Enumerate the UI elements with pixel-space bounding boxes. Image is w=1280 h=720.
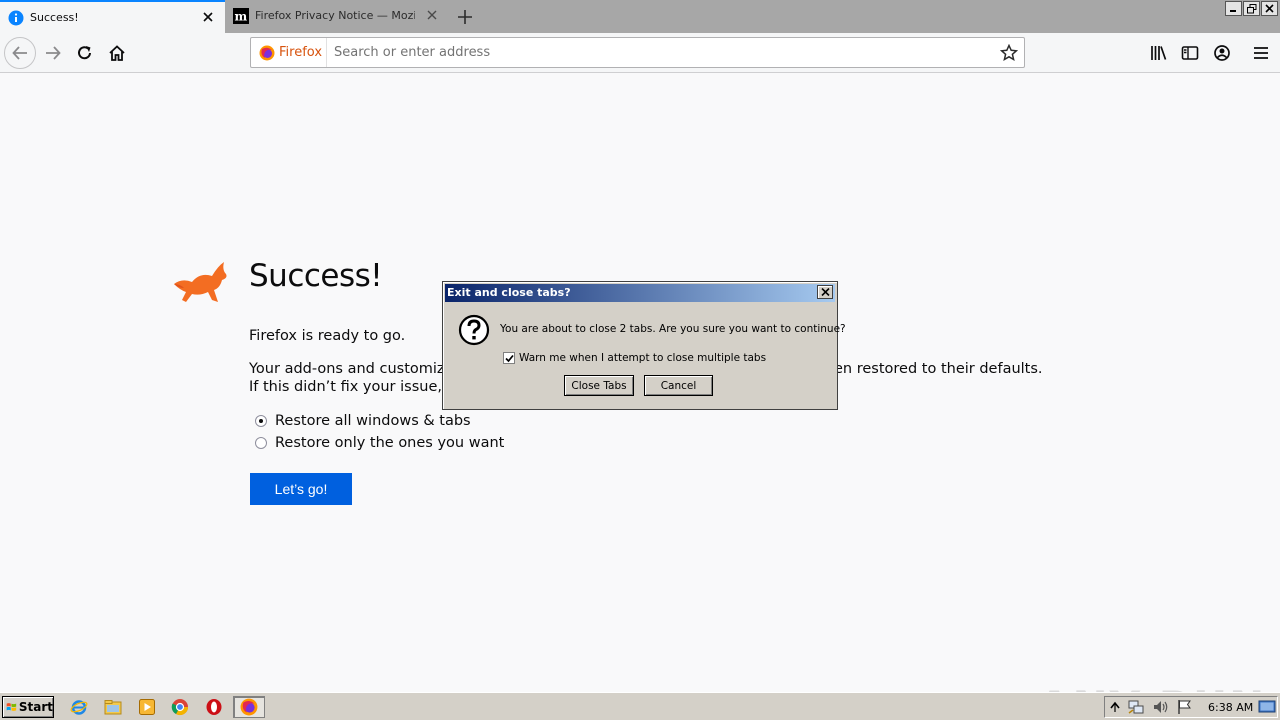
restore-some-option[interactable]: Restore only the ones you want [255, 435, 504, 451]
sidebar-icon[interactable] [1180, 43, 1200, 63]
reset-info-line1-end: en restored to their defaults. [834, 361, 1043, 377]
warn-checkbox[interactable] [503, 352, 515, 364]
dialog-message: You are about to close 2 tabs. Are you s… [500, 323, 846, 335]
bookmark-star-icon[interactable] [1000, 44, 1018, 62]
close-icon [820, 288, 830, 296]
tab-title: Success! [30, 11, 79, 24]
volume-icon[interactable] [1152, 698, 1170, 716]
taskbar: Start 6:38 AM [0, 692, 1280, 720]
opera-icon[interactable] [205, 698, 223, 716]
exit-close-tabs-dialog: Exit and close tabs? You are about to cl… [442, 281, 846, 410]
show-desktop-icon[interactable] [1258, 698, 1276, 716]
media-player-icon[interactable] [138, 698, 156, 716]
show-hidden-icons-icon[interactable] [1108, 698, 1122, 716]
taskbar-firefox-active[interactable] [233, 696, 265, 718]
question-icon [458, 314, 490, 346]
radio-button-checked[interactable] [255, 415, 267, 427]
home-button[interactable] [101, 37, 133, 69]
close-window-button[interactable] [1261, 1, 1278, 16]
url-input[interactable]: Search or enter address [334, 45, 490, 60]
close-tabs-button[interactable]: Close Tabs [564, 375, 634, 396]
ready-text: Firefox is ready to go. [249, 328, 406, 344]
warn-checkbox-label: Warn me when I attempt to close multiple… [519, 352, 767, 364]
network-icon[interactable] [1127, 698, 1145, 716]
tab-privacy-notice[interactable]: m Firefox Privacy Notice — Mozilla [225, 0, 449, 33]
back-button[interactable] [4, 37, 36, 69]
start-label: Start [18, 700, 53, 714]
file-explorer-icon[interactable] [104, 698, 122, 716]
minimize-icon [1230, 10, 1236, 12]
identity-label: Firefox [279, 45, 323, 60]
restore-button[interactable] [1243, 1, 1260, 16]
new-tab-icon[interactable] [454, 6, 476, 28]
firefox-icon [240, 698, 258, 716]
page-title: Success! [249, 258, 383, 294]
chrome-icon[interactable] [171, 698, 189, 716]
home-icon [109, 45, 125, 61]
cancel-button[interactable]: Cancel [644, 375, 713, 396]
account-icon[interactable] [1212, 43, 1232, 63]
restore-some-label: Restore only the ones you want [275, 435, 505, 451]
windows-logo-icon [6, 703, 17, 711]
warn-close-multiple-option[interactable]: Warn me when I attempt to close multiple… [503, 352, 766, 364]
lets-go-button[interactable]: Let’s go! [250, 473, 352, 505]
restore-all-label: Restore all windows & tabs [275, 413, 471, 429]
tab-title: Firefox Privacy Notice — Mozilla [255, 9, 415, 22]
tab-success[interactable]: Success! [0, 0, 225, 33]
radio-button[interactable] [255, 437, 267, 449]
reset-info-line2-text: If this didn’t fix your issue, [249, 379, 447, 395]
checkmark-icon [504, 354, 514, 362]
mozilla-icon: m [233, 8, 249, 24]
close-icon [1265, 4, 1274, 13]
dialog-title-text: Exit and close tabs? [447, 286, 571, 299]
info-icon [8, 10, 24, 26]
back-arrow-icon [12, 46, 27, 60]
library-icon[interactable] [1149, 43, 1169, 63]
tab-strip: Success! m Firefox Privacy Notice — Mozi… [0, 0, 1280, 33]
start-button[interactable]: Start [2, 696, 54, 718]
reload-icon [78, 46, 91, 60]
close-tab-icon[interactable] [201, 10, 215, 24]
clock[interactable]: 6:38 AM [1208, 701, 1253, 714]
svg-text:m: m [235, 10, 248, 24]
internet-explorer-icon[interactable] [70, 698, 88, 716]
forward-arrow-icon [46, 46, 61, 60]
fox-illustration-icon [174, 262, 227, 302]
restore-all-option[interactable]: Restore all windows & tabs [255, 413, 471, 429]
close-tab-icon[interactable] [425, 8, 439, 22]
minimize-button[interactable] [1225, 1, 1242, 16]
restore-icon [1246, 3, 1256, 13]
dialog-close-button[interactable] [817, 285, 833, 299]
address-bar[interactable]: Firefox Search or enter address [250, 37, 1025, 68]
identity-box[interactable]: Firefox [251, 38, 327, 67]
firefox-logo-icon [259, 45, 275, 60]
navigation-toolbar: Firefox Search or enter address [0, 33, 1280, 73]
dialog-title: Exit and close tabs? [445, 284, 835, 302]
hamburger-menu-icon[interactable] [1251, 43, 1271, 63]
forward-button[interactable] [37, 37, 69, 69]
reload-button[interactable] [69, 37, 101, 69]
reset-info-line2: If this didn’t fix your issue, lea [249, 379, 468, 395]
action-center-flag-icon[interactable] [1176, 698, 1194, 716]
reset-info-line1-start: Your add-ons and customizat [249, 361, 460, 377]
window-controls [1225, 1, 1278, 16]
